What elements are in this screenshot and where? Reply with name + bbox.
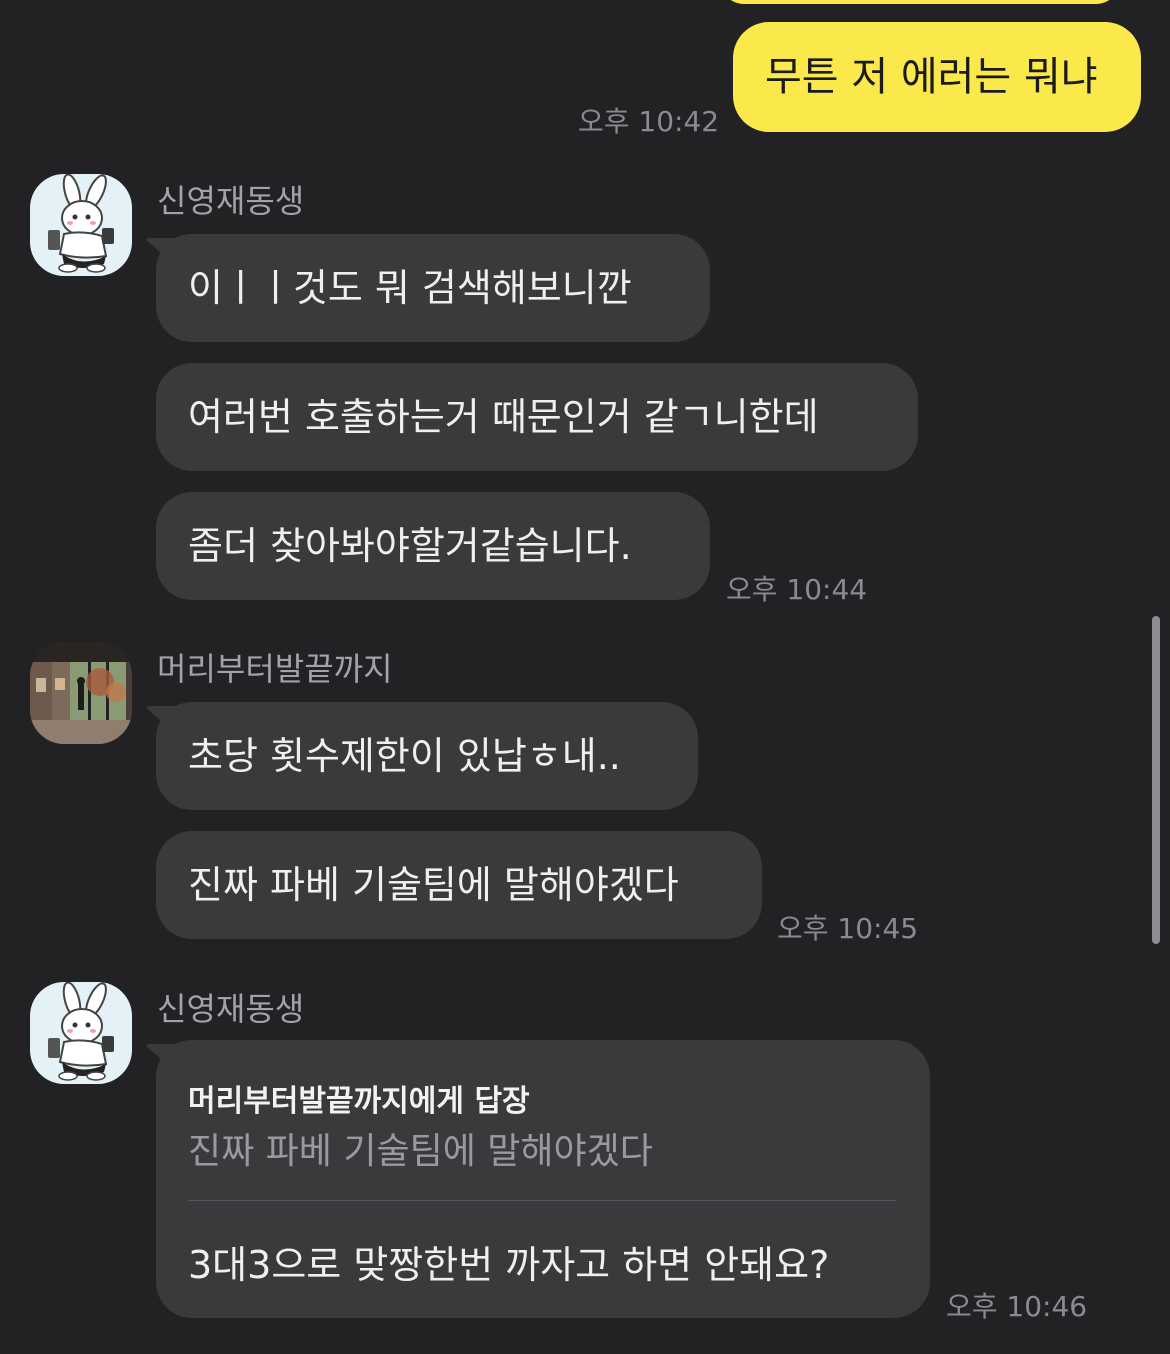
reply-quoted-text[interactable]: 진짜 파베 기술팀에 말해야겠다 <box>188 1122 653 1174</box>
reply-divider <box>188 1200 896 1201</box>
outgoing-message-bubble[interactable]: 무튼 저 에러는 뭐냐 <box>733 22 1141 132</box>
incoming-message-bubble[interactable]: 좀더 찾아봐야할거같습니다. <box>156 492 710 600</box>
message-text: 진짜 파베 기술팀에 말해야겠다 <box>188 863 679 907</box>
bunny-avatar-icon <box>48 174 114 273</box>
message-text: 여러번 호출하는거 때문인거 같ㄱ니한데 <box>188 395 819 439</box>
sender-name: 신영재동생 <box>157 182 305 220</box>
sender-name: 머리부터발끝까지 <box>157 650 393 688</box>
avatar-shinyoungjae-brother[interactable] <box>30 174 132 276</box>
avatar-shinyoungjae-brother[interactable] <box>30 982 132 1084</box>
previous-outgoing-bubble[interactable] <box>720 0 1120 4</box>
message-timestamp: 오후 10:45 <box>777 912 919 945</box>
message-timestamp: 오후 10:44 <box>726 573 868 606</box>
message-timestamp: 오후 10:46 <box>946 1290 1088 1323</box>
scroll-indicator[interactable] <box>1152 616 1160 944</box>
message-text: 이ㅣㅣ것도 뭐 검색해보니깐 <box>188 266 632 310</box>
message-text: 좀더 찾아봐야할거같습니다. <box>188 524 632 568</box>
incoming-message-bubble[interactable]: 진짜 파베 기술팀에 말해야겠다 <box>156 831 762 939</box>
reply-message-bubble[interactable]: 머리부터발끝까지에게 답장 진짜 파베 기술팀에 말해야겠다 3대3으로 맞짱한… <box>156 1040 930 1318</box>
incoming-message-bubble[interactable]: 여러번 호출하는거 때문인거 같ㄱ니한데 <box>156 363 918 471</box>
message-text: 3대3으로 맞짱한번 까자고 하면 안돼요? <box>188 1243 830 1287</box>
sender-name: 신영재동생 <box>157 990 305 1028</box>
incoming-message-bubble[interactable]: 초당 횟수제한이 있납ㅎ내.. <box>156 702 698 810</box>
message-timestamp: 오후 10:42 <box>578 105 720 138</box>
message-text: 초당 횟수제한이 있납ㅎ내.. <box>188 734 621 778</box>
reply-header[interactable]: 머리부터발끝까지에게 답장 <box>188 1076 530 1120</box>
incoming-message-bubble[interactable]: 이ㅣㅣ것도 뭐 검색해보니깐 <box>156 234 710 342</box>
gallery-photo-avatar-icon <box>30 642 132 744</box>
avatar-head-to-toe[interactable] <box>30 642 132 744</box>
bunny-avatar-icon <box>48 982 114 1081</box>
